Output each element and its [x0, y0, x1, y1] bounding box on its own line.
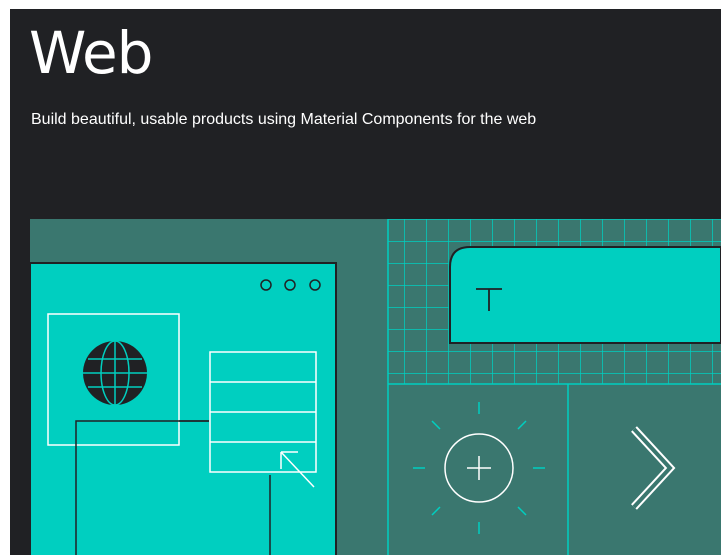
browser-window [30, 262, 337, 555]
hero-illustration [30, 219, 721, 555]
web-components-page: Web Build beautiful, usable products usi… [10, 9, 721, 555]
page-title: Web [29, 19, 153, 87]
text-card [449, 246, 721, 344]
globe-icon [83, 340, 147, 406]
page-subtitle: Build beautiful, usable products using M… [31, 111, 537, 128]
